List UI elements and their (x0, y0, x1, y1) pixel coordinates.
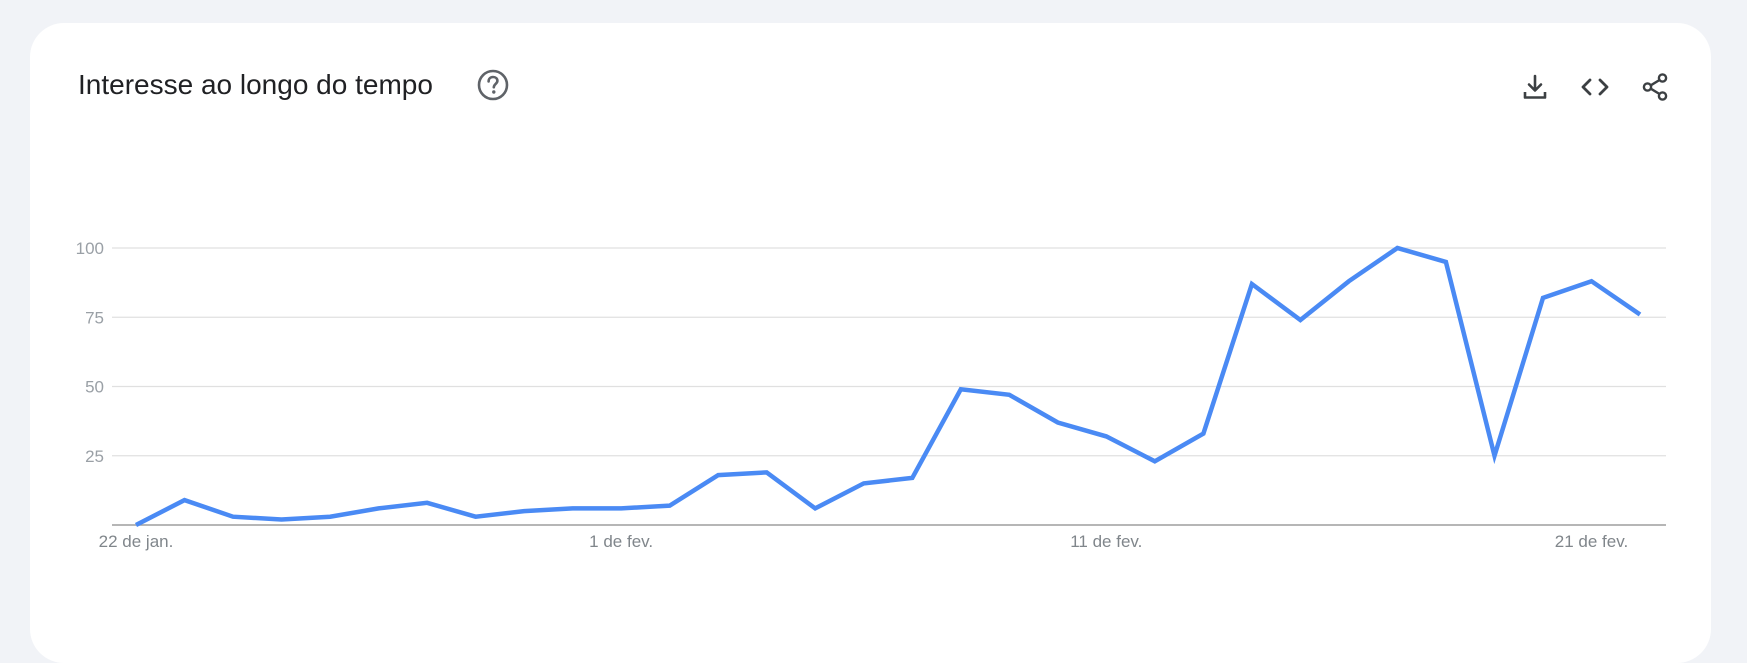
y-tick-label: 100 (76, 239, 104, 258)
data-point[interactable] (1391, 242, 1403, 254)
data-point[interactable] (1246, 278, 1258, 290)
data-point[interactable] (1003, 389, 1015, 401)
data-point[interactable] (1149, 455, 1161, 467)
data-point[interactable] (1585, 275, 1597, 287)
data-point[interactable] (1052, 417, 1064, 429)
data-point[interactable] (1100, 430, 1112, 442)
data-point[interactable] (130, 519, 142, 531)
data-point[interactable] (712, 469, 724, 481)
y-axis-labels: 25 50 75 100 (76, 239, 104, 466)
data-point[interactable] (227, 511, 239, 523)
data-point[interactable] (858, 477, 870, 489)
x-tick-label: 22 de jan. (99, 532, 174, 551)
data-point[interactable] (421, 497, 433, 509)
data-point[interactable] (1197, 428, 1209, 440)
interest-line-chart: 255075100 22 de jan. 1 de fev. 11 de fev. 2… (76, 239, 1666, 551)
data-point[interactable] (470, 511, 482, 523)
x-tick-label: 11 de fev. (1070, 532, 1142, 551)
data-point[interactable] (664, 500, 676, 512)
data-point[interactable] (906, 472, 918, 484)
data-point[interactable] (809, 502, 821, 514)
data-point[interactable] (1634, 308, 1646, 320)
x-tick-label: 1 de fev. (589, 532, 653, 551)
data-point[interactable] (276, 513, 288, 525)
data-point[interactable] (1440, 256, 1452, 268)
gridlines (112, 247, 1666, 457)
data-point[interactable] (518, 505, 530, 517)
data-point[interactable] (373, 502, 385, 514)
y-tick-label: 50 (85, 378, 104, 397)
data-point[interactable] (179, 494, 191, 506)
y-tick-label: 75 (85, 308, 104, 327)
data-point[interactable] (761, 466, 773, 478)
data-point[interactable] (567, 502, 579, 514)
data-point[interactable] (1294, 314, 1306, 326)
data-point[interactable] (1488, 450, 1500, 462)
data-point[interactable] (955, 383, 967, 395)
data-point[interactable] (324, 511, 336, 523)
y-tick-label: 25 (85, 447, 104, 466)
data-point[interactable] (615, 502, 627, 514)
data-point[interactable] (1343, 275, 1355, 287)
x-axis-labels: 22 de jan. 1 de fev. 11 de fev. 21 de fev. (99, 532, 1629, 551)
data-point[interactable] (1537, 292, 1549, 304)
x-tick-label: 21 de fev. (1555, 532, 1628, 551)
